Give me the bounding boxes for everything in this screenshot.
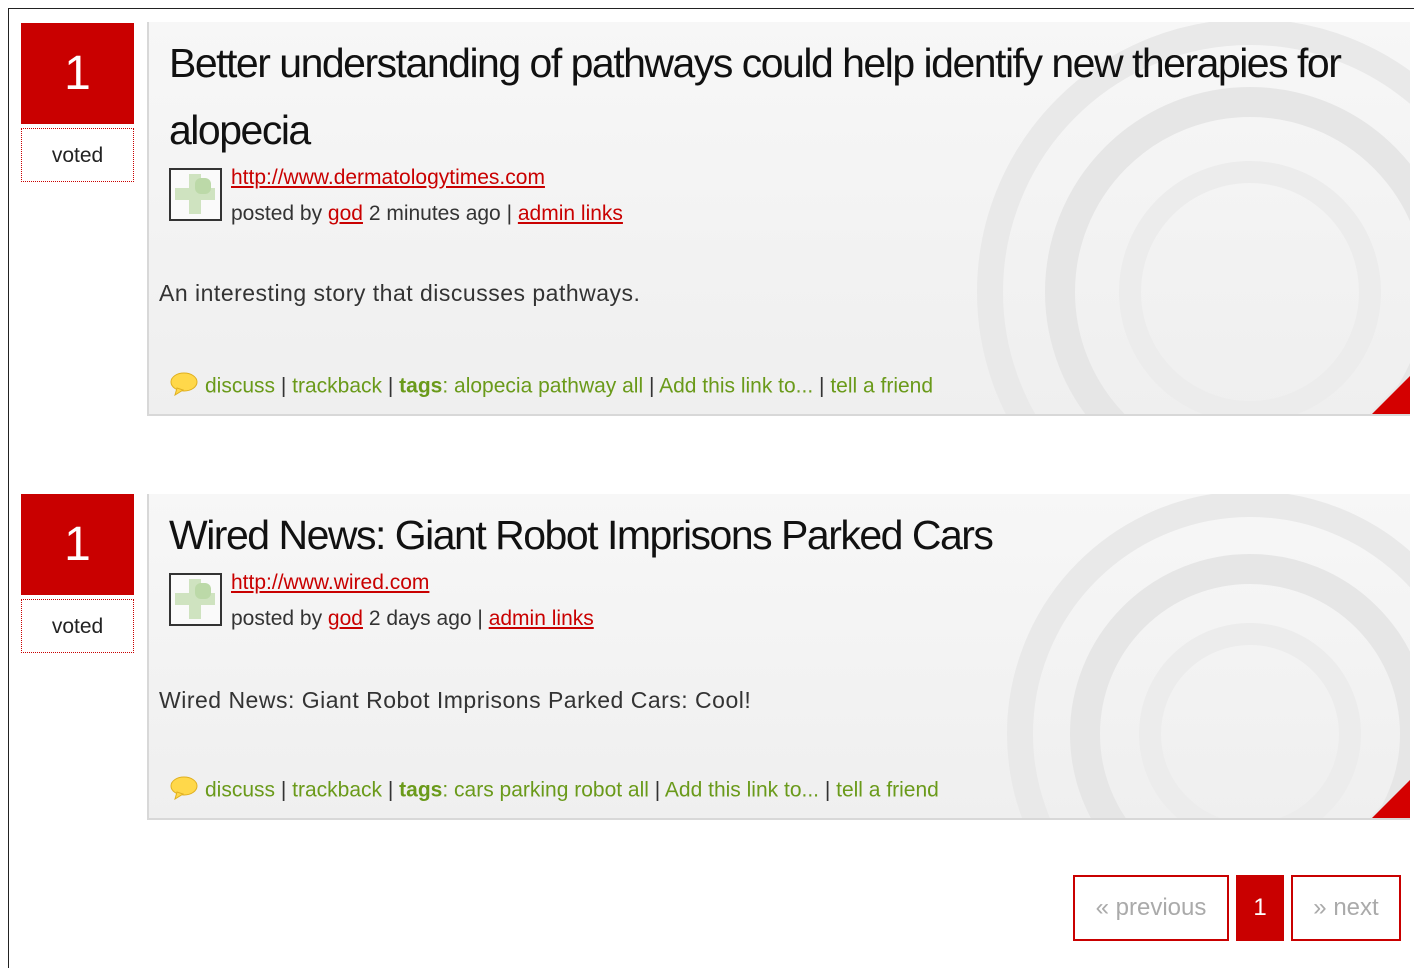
discuss-link[interactable]: discuss <box>205 375 275 398</box>
story-description: An interesting story that discusses path… <box>159 280 641 306</box>
story-title[interactable]: Better understanding of pathways could h… <box>149 22 1410 164</box>
previous-page-button[interactable]: « previous <box>1073 875 1229 941</box>
posted-by-line: posted by god 2 days ago | admin links <box>231 607 594 631</box>
story-actions: discuss | trackback | tags: alopecia pat… <box>169 372 933 402</box>
voted-label: voted <box>21 128 134 182</box>
vote-count[interactable]: 1 <box>21 494 134 595</box>
author-link[interactable]: god <box>328 202 363 225</box>
speech-bubble-icon <box>169 372 199 402</box>
vote-count[interactable]: 1 <box>21 23 134 124</box>
story-meta: http://www.dermatologytimes.com posted b… <box>169 164 1410 226</box>
tags-label: tags <box>399 778 443 802</box>
add-link-to[interactable]: Add this link to... <box>665 779 819 802</box>
site-thumbnail-icon[interactable] <box>169 573 222 626</box>
vote-box: 1 voted <box>21 23 134 182</box>
vote-box: 1 voted <box>21 494 134 653</box>
author-link[interactable]: god <box>328 607 363 630</box>
story-title[interactable]: Wired News: Giant Robot Imprisons Parked… <box>149 494 1410 569</box>
page-corner-icon <box>1372 780 1410 818</box>
story-card: Better understanding of pathways could h… <box>147 22 1410 416</box>
tags-list[interactable]: cars parking robot all <box>454 779 649 802</box>
posted-by-prefix: posted by <box>231 607 323 630</box>
admin-links[interactable]: admin links <box>489 607 594 630</box>
story-url-link[interactable]: http://www.dermatologytimes.com <box>231 166 545 190</box>
admin-links[interactable]: admin links <box>518 202 623 225</box>
page-corner-icon <box>1372 376 1410 414</box>
story-card: Wired News: Giant Robot Imprisons Parked… <box>147 494 1410 820</box>
trackback-link[interactable]: trackback <box>292 779 382 802</box>
tags-label: tags <box>399 374 443 398</box>
add-link-to[interactable]: Add this link to... <box>659 375 813 398</box>
current-page-button[interactable]: 1 <box>1236 875 1284 941</box>
tags-list[interactable]: alopecia pathway all <box>454 375 643 398</box>
trackback-link[interactable]: trackback <box>292 375 382 398</box>
posted-time: 2 minutes ago | <box>368 202 513 225</box>
pagination: « previous 1 » next <box>0 875 1414 941</box>
posted-by-prefix: posted by <box>231 202 323 225</box>
tell-a-friend-link[interactable]: tell a friend <box>836 779 939 802</box>
discuss-link[interactable]: discuss <box>205 779 275 802</box>
tell-a-friend-link[interactable]: tell a friend <box>830 375 933 398</box>
next-page-button[interactable]: » next <box>1291 875 1401 941</box>
posted-by-line: posted by god 2 minutes ago | admin link… <box>231 202 623 226</box>
story-meta: http://www.wired.com posted by god 2 day… <box>169 569 1410 631</box>
voted-label: voted <box>21 599 134 653</box>
story-url-link[interactable]: http://www.wired.com <box>231 571 429 595</box>
story-description: Wired News: Giant Robot Imprisons Parked… <box>159 687 752 713</box>
site-thumbnail-icon[interactable] <box>169 168 222 221</box>
posted-time: 2 days ago | <box>368 607 483 630</box>
speech-bubble-icon <box>169 776 199 806</box>
story-actions: discuss | trackback | tags: cars parking… <box>169 776 939 806</box>
